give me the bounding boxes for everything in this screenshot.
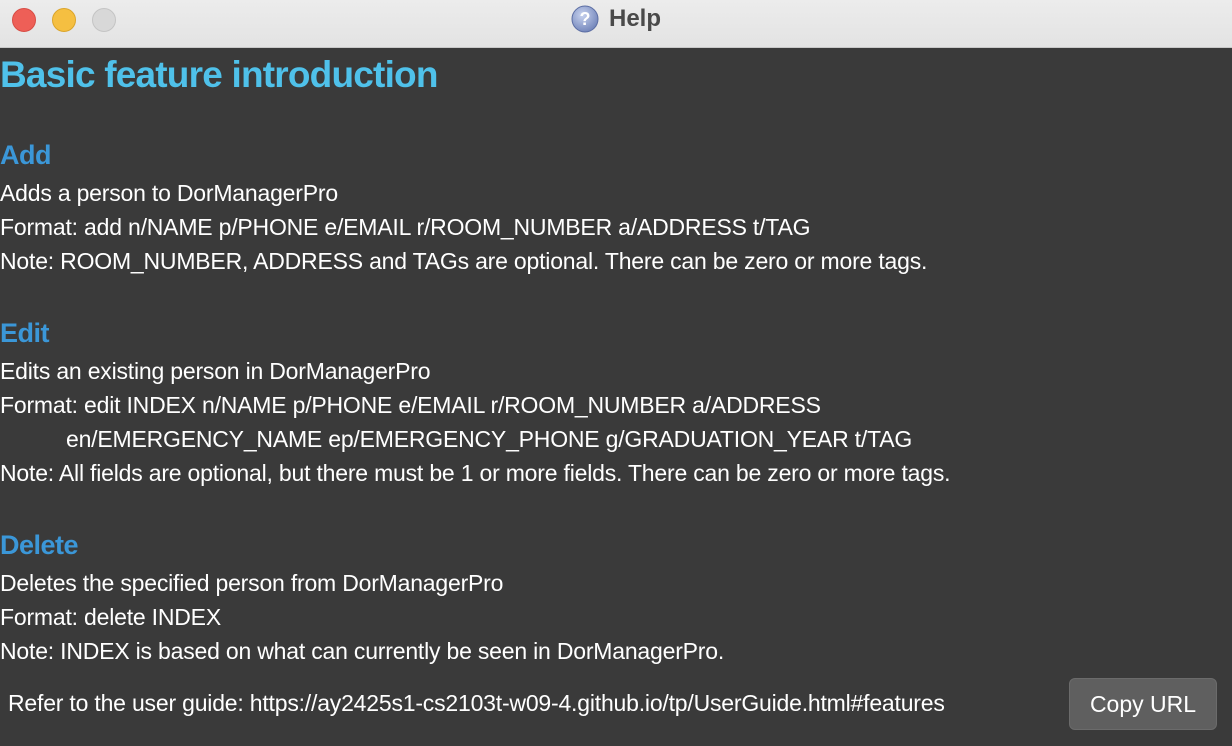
footer-bar: Refer to the user guide: https://ay2425s…	[0, 668, 1232, 746]
copy-url-button[interactable]: Copy URL	[1069, 678, 1217, 730]
edit-note: Note: All fields are optional, but there…	[0, 460, 951, 486]
add-description: Adds a person to DorManagerPro	[0, 180, 338, 206]
help-content: Basic feature introduction Add Adds a pe…	[0, 48, 1232, 668]
edit-format-continued: en/EMERGENCY_NAME ep/EMERGENCY_PHONE g/G…	[66, 426, 913, 452]
page-title: Basic feature introduction	[0, 54, 438, 95]
help-window: ? Help Basic feature introduction Add Ad…	[0, 0, 1232, 746]
window-title-group: ? Help	[0, 0, 1232, 38]
section-heading-add: Add	[0, 140, 51, 170]
section-heading-edit: Edit	[0, 318, 50, 348]
title-bar: ? Help	[0, 0, 1232, 48]
add-note: Note: ROOM_NUMBER, ADDRESS and TAGs are …	[0, 248, 928, 274]
edit-description: Edits an existing person in DorManagerPr…	[0, 358, 431, 384]
svg-text:?: ?	[579, 9, 590, 29]
user-guide-url-label: Refer to the user guide: https://ay2425s…	[8, 690, 945, 716]
delete-note: Note: INDEX is based on what can current…	[0, 638, 725, 664]
add-format: Format: add n/NAME p/PHONE e/EMAIL r/ROO…	[0, 214, 811, 240]
section-heading-delete: Delete	[0, 530, 79, 560]
edit-format: Format: edit INDEX n/NAME p/PHONE e/EMAI…	[0, 392, 821, 418]
window-title: Help	[608, 5, 661, 32]
delete-format: Format: delete INDEX	[0, 604, 221, 630]
help-question-icon: ?	[571, 5, 599, 33]
delete-description: Deletes the specified person from DorMan…	[0, 570, 504, 596]
